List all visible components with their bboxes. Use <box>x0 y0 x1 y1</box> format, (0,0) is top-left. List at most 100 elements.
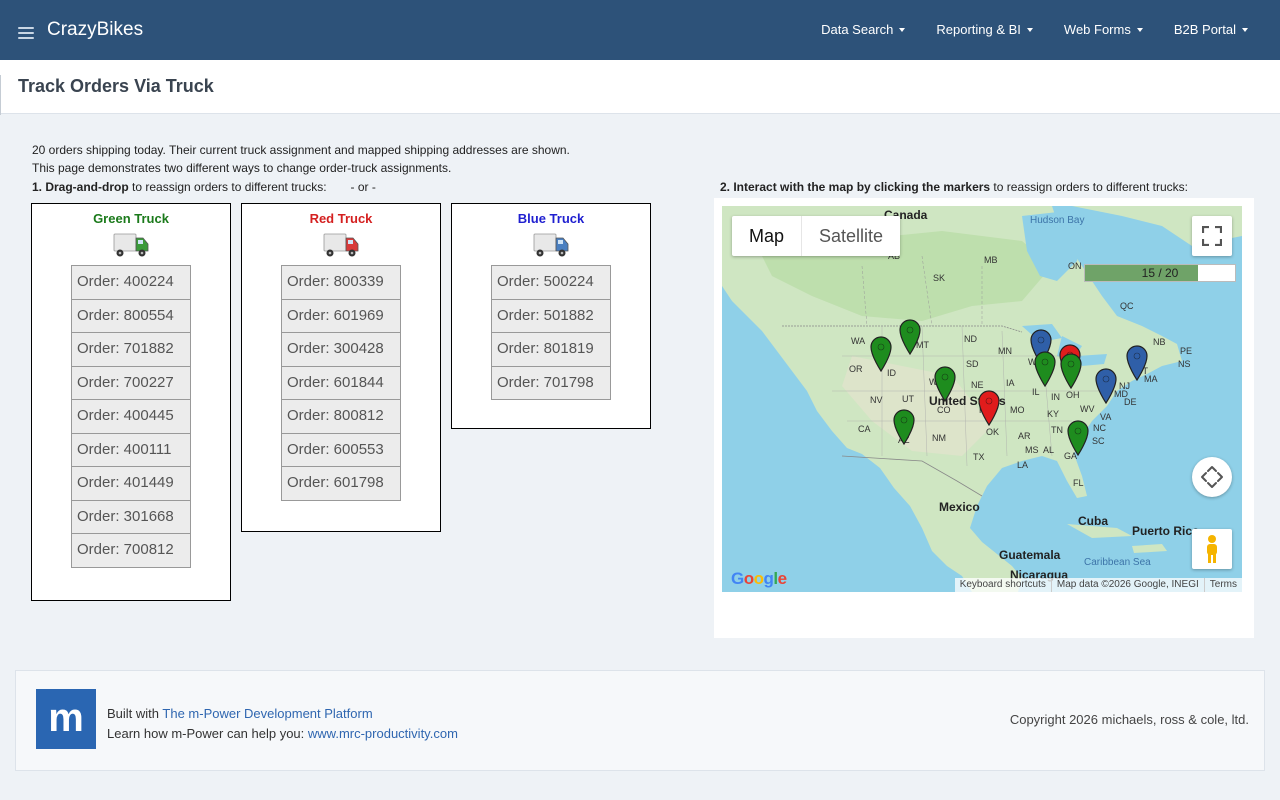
map-marker-blue[interactable] <box>1126 345 1148 381</box>
fullscreen-button[interactable] <box>1192 216 1232 256</box>
order-tile[interactable]: Order: 400445 <box>71 399 191 434</box>
map-label-mexico: Mexico <box>939 500 980 514</box>
map-container: Canada Hudson Bay United States Mexico C… <box>714 198 1254 638</box>
map-marker-green[interactable] <box>1067 420 1089 456</box>
map-label-guatemala: Guatemala <box>999 548 1061 562</box>
order-tile[interactable]: Order: 601844 <box>281 365 401 400</box>
order-tile[interactable]: Order: 400224 <box>71 265 191 300</box>
hamburger-menu-icon[interactable] <box>18 27 34 39</box>
map-label-fl: FL <box>1073 478 1084 488</box>
order-tile[interactable]: Order: 301668 <box>71 499 191 534</box>
green-truck-panel[interactable]: Green Truck Order: 400224 Order: 800554 Or… <box>31 203 231 601</box>
top-navbar: CrazyBikes Data Search Reporting & BI We… <box>0 0 1280 60</box>
pan-control[interactable] <box>1192 457 1232 497</box>
nav-reporting-bi-label: Reporting & BI <box>936 22 1021 37</box>
map-label-nc: NC <box>1093 423 1106 433</box>
order-tile[interactable]: Order: 700812 <box>71 533 191 568</box>
order-tile[interactable]: Order: 400111 <box>71 432 191 467</box>
keyboard-shortcuts-link[interactable]: Keyboard shortcuts <box>955 578 1051 592</box>
fullscreen-icon <box>1202 226 1222 246</box>
order-tile[interactable]: Order: 600553 <box>281 432 401 467</box>
map-marker-blue[interactable] <box>1095 368 1117 404</box>
map-marker-green[interactable] <box>934 366 956 402</box>
map-label-il: IL <box>1032 387 1040 397</box>
map-marker-red[interactable] <box>978 390 1000 426</box>
map-marker-green[interactable] <box>893 409 915 445</box>
caret-down-icon <box>899 28 906 32</box>
street-view-button[interactable] <box>1192 529 1232 569</box>
map-label-de: DE <box>1124 397 1137 407</box>
or-text: - or - <box>350 180 376 194</box>
map-label-hudson-bay: Hudson Bay <box>1030 215 1085 226</box>
order-tile[interactable]: Order: 501882 <box>491 298 611 333</box>
map-label-pe: PE <box>1180 346 1193 356</box>
map-label-caribbean-sea: Caribbean Sea <box>1084 557 1151 568</box>
m-power-logo[interactable]: m <box>36 689 96 749</box>
intro-text: 20 orders shipping today. Their current … <box>32 141 570 177</box>
order-tile[interactable]: Order: 800554 <box>71 298 191 333</box>
google-map[interactable]: Canada Hudson Bay United States Mexico C… <box>722 206 1242 592</box>
nav-reporting-bi[interactable]: Reporting & BI <box>936 22 1033 37</box>
order-tile[interactable]: Order: 701882 <box>71 332 191 367</box>
order-tile[interactable]: Order: 800339 <box>281 265 401 300</box>
map-label-in: IN <box>1051 392 1060 402</box>
map-label-ut: UT <box>902 394 914 404</box>
order-tile[interactable]: Order: 700227 <box>71 365 191 400</box>
footer: m Built with The m-Power Development Pla… <box>15 670 1265 771</box>
map-marker-green[interactable] <box>1060 353 1082 389</box>
map-label-mn: MN <box>998 346 1012 356</box>
map-attribution: Keyboard shortcuts Map data ©2026 Google… <box>954 578 1242 592</box>
intro-line-2: This page demonstrates two different way… <box>32 161 452 175</box>
title-divider <box>0 75 1 115</box>
map-label-ky: KY <box>1047 409 1060 419</box>
map-label-nd: ND <box>964 334 977 344</box>
nav-b2b-portal-label: B2B Portal <box>1173 22 1236 37</box>
brand-name[interactable]: CrazyBikes <box>47 19 143 41</box>
map-label-mo: MO <box>1010 405 1025 415</box>
truck-title: Blue Truck <box>517 211 585 226</box>
map-type-map-button[interactable]: Map <box>732 216 803 256</box>
map-label-la: LA <box>1017 460 1029 470</box>
map-label-ne: NE <box>971 380 984 390</box>
order-tile[interactable]: Order: 401449 <box>71 466 191 501</box>
order-tile[interactable]: Order: 800812 <box>281 399 401 434</box>
map-label-nv: NV <box>870 395 883 405</box>
blue-truck-panel[interactable]: Blue Truck Order: 500224 Order: 501882 Ord… <box>451 203 651 429</box>
map-data-text: Map data ©2026 Google, INEGI <box>1050 578 1204 592</box>
order-tile[interactable]: Order: 300428 <box>281 332 401 367</box>
map-label-va: VA <box>1100 412 1112 422</box>
nav-b2b-portal[interactable]: B2B Portal <box>1174 22 1248 37</box>
order-tile[interactable]: Order: 500224 <box>491 265 611 300</box>
nav-data-search[interactable]: Data Search <box>821 22 906 37</box>
order-tile[interactable]: Order: 601798 <box>281 466 401 501</box>
map-label-nm: NM <box>932 433 946 443</box>
map-label-sk: SK <box>933 273 946 283</box>
order-tile[interactable]: Order: 801819 <box>491 332 611 367</box>
order-tile[interactable]: Order: 601969 <box>281 298 401 333</box>
nav-data-search-label: Data Search <box>821 22 894 37</box>
mrc-website-link[interactable]: www.mrc-productivity.com <box>308 726 458 741</box>
map-label-sd: SD <box>966 359 979 369</box>
map-label-co: CO <box>937 405 951 415</box>
map-marker-green[interactable] <box>899 319 921 355</box>
map-marker-green[interactable] <box>1034 351 1056 387</box>
map-label-qc: QC <box>1120 301 1134 311</box>
map-label-ca: CA <box>858 424 871 434</box>
map-label-wa: WA <box>851 336 866 346</box>
order-tile[interactable]: Order: 701798 <box>491 365 611 400</box>
truck-title: Green Truck <box>93 211 169 226</box>
map-type-control: Map Satellite <box>732 216 901 256</box>
map-marker-green[interactable] <box>870 336 892 372</box>
nav-web-forms[interactable]: Web Forms <box>1064 22 1143 37</box>
m-power-platform-link[interactable]: The m-Power Development Platform <box>162 706 372 721</box>
map-label-cuba: Cuba <box>1078 514 1108 528</box>
built-prefix: Built with <box>107 706 163 721</box>
red-truck-panel[interactable]: Red Truck Order: 800339 Order: 601969 Orde… <box>241 203 441 532</box>
map-instruction-strong: 2. Interact with the map by clicking the… <box>720 180 991 194</box>
map-type-satellite-button[interactable]: Satellite <box>802 216 900 256</box>
map-label-ar: AR <box>1018 431 1031 441</box>
google-logo: Google <box>731 569 787 588</box>
caret-down-icon <box>1136 28 1143 32</box>
map-instruction-rest: to reassign orders to different trucks: <box>990 180 1188 194</box>
terms-link[interactable]: Terms <box>1203 578 1242 592</box>
